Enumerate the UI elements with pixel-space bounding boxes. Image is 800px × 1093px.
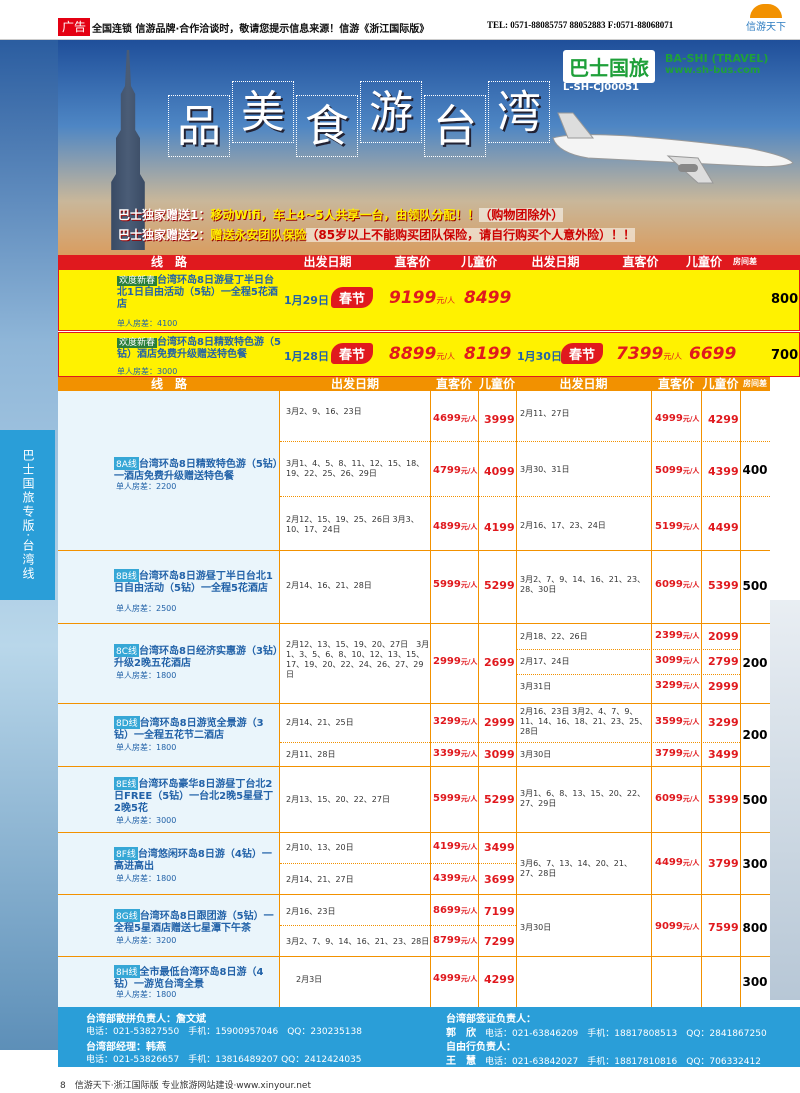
- top-phone: TEL: 0571-88085757 88052883 F:0571-88068…: [487, 20, 674, 30]
- title-char: 美: [232, 81, 294, 143]
- title-char: 台: [424, 95, 486, 157]
- top-bar: 广告 全国连锁 信游品牌·合作洽谈时，敬请您提示信息来源！信游《浙江国际版》 T…: [0, 0, 800, 40]
- price-table: 8A线 台湾环岛8日精致特色游（5钻）一酒店免费升级赠送特色餐 单人房差：2200…: [58, 391, 770, 1007]
- table-row: 8D线 台湾环岛8日游览全景游（3钻）一全程五花节二酒店 单人房差：1800 2月…: [58, 704, 770, 767]
- license-number: L-SH-CJ00051: [563, 82, 640, 93]
- promo-2: 巴士独家赠送2：赠送永安团队保险（85岁以上不能购买团队保险，请自行购买个人意外…: [118, 228, 636, 242]
- contacts-panel: 台湾部散拼负责人：詹文斌 电话：021-53827550 手机：15900957…: [58, 1007, 800, 1067]
- sun-icon: [750, 4, 782, 18]
- ad-tag: 广告: [58, 18, 90, 36]
- table-row: 8E线 台湾环岛豪华8日游昼丁台北2日FREE（5钻）一台北2晚5星昼丁2晚5花 …: [58, 767, 770, 833]
- title-char: 游: [360, 81, 422, 143]
- table-row: 8H线 全市最低台湾环岛8日游（4钻）一游览台湾全景 单人房差：1800 2月3日…: [58, 957, 770, 1007]
- spring-row: 欢度新春 台湾环岛8日精致特色游（5钻）酒店免费升级赠送特色餐 单人房差：3000…: [58, 332, 800, 377]
- travel-agency-logo: 巴士国旅 BA-SHI (TRAVEL) www.sh-bus.com: [563, 50, 768, 83]
- page-footer: 8 信游天下·浙江国际版 专业旅游网站建设·www.xinyour.net: [60, 1081, 311, 1091]
- title-char: 湾: [488, 81, 550, 143]
- table-row: 8A线 台湾环岛8日精致特色游（5钻）一酒店免费升级赠送特色餐 单人房差：2200…: [58, 391, 770, 551]
- top-slogan: 全国连锁 信游品牌·合作洽谈时，敬请您提示信息来源！信游《浙江国际版》: [92, 24, 430, 35]
- table-row: 8B线 台湾环岛8日游昼丁半日台北1日自由活动（5钻）一全程5花酒店 单人房差：2…: [58, 551, 770, 624]
- airplane-illustration: [552, 112, 794, 184]
- table-row: 8F线 台湾悠闲环岛8日游（4钻）一高进高出 单人房差：1800 2月10、13、…: [58, 833, 770, 895]
- promo-1: 巴士独家赠送1：移动Wifi，车上4~5人共享一台，由领队分配！！（购物团除外）: [118, 208, 564, 222]
- brand-logo: 信游天下: [736, 4, 796, 38]
- main-table-header: 线 路 出发日期 直客价 儿童价 出发日期 直客价 儿童价 房间差额: [58, 377, 770, 402]
- spring-row: 欢度新春 台湾环岛8日游昼丁半日台北1日自由活动（5钻）一全程5花酒店 单人房差：…: [58, 269, 800, 331]
- table-row: 8C线 台湾环岛8日经济实惠游（3钻）升级2晚五花酒店 单人房差：1800 2月1…: [58, 624, 770, 704]
- spring-table-header: 线 路 出发日期 直客价 儿童价 出发日期 直客价 儿童价 房间差额: [58, 255, 800, 280]
- side-label: 巴士国旅专版·台湾线: [0, 430, 55, 600]
- hero-banner: 品 美 食 游 台 湾 巴士国旅 BA-SHI (TRAVEL) www.sh-…: [58, 40, 800, 255]
- title-char: 品: [168, 95, 230, 157]
- title-char: 食: [296, 95, 358, 157]
- hero-title: 品 美 食 游 台 湾: [168, 81, 550, 157]
- table-row: 8G线 台湾环岛8日跟团游（5钻）一全程5星酒店赠送七星潭下午茶 单人房差：320…: [58, 895, 770, 957]
- right-photo-strip: [770, 600, 800, 1000]
